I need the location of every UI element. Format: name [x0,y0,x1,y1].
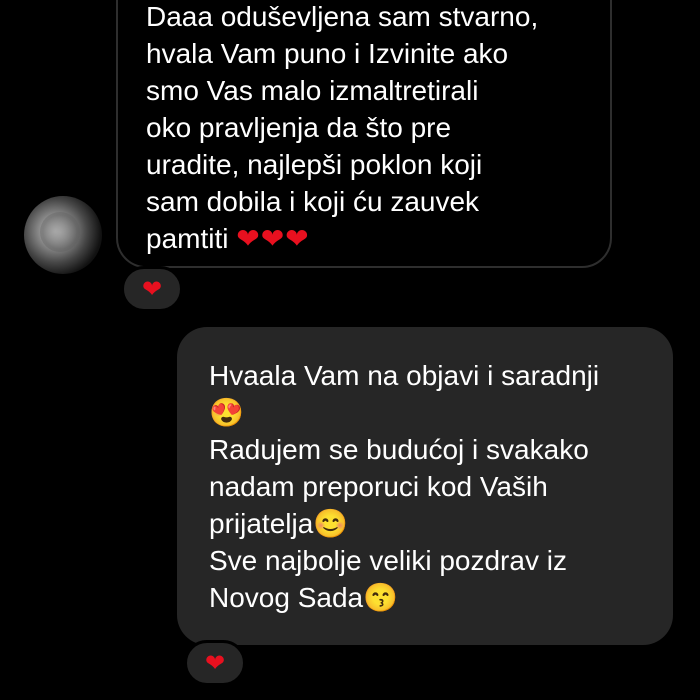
heart-eyes-emoji: 😍 [209,397,244,428]
received-message-body: Daaa oduševljena sam stvarno, hvala Vam … [146,1,539,254]
heart-emojis: ❤❤❤ [236,223,310,254]
sender-avatar[interactable] [24,196,102,274]
sent-line-1: Hvaala Vam na objavi i saradnji [209,360,600,391]
sent-message-bubble[interactable]: Hvaala Vam na objavi i saradnji 😍 Raduje… [177,327,673,645]
sent-line-2: Radujem se budućoj i svakako nadam prepo… [209,434,589,539]
received-message-text: Daaa oduševljena sam stvarno, hvala Vam … [146,0,586,257]
received-message-bubble[interactable]: Daaa oduševljena sam stvarno, hvala Vam … [116,0,612,268]
sent-message-text: Hvaala Vam na objavi i saradnji 😍 Raduje… [209,357,659,616]
smiling-emoji: 😊 [313,508,349,539]
heart-icon: ❤ [141,275,163,303]
heart-icon: ❤ [204,649,226,677]
sent-message-reaction[interactable]: ❤ [184,640,246,686]
received-message-reaction[interactable]: ❤ [121,266,183,312]
kissing-emoji: 😙 [363,582,398,613]
avatar-image [40,212,80,252]
